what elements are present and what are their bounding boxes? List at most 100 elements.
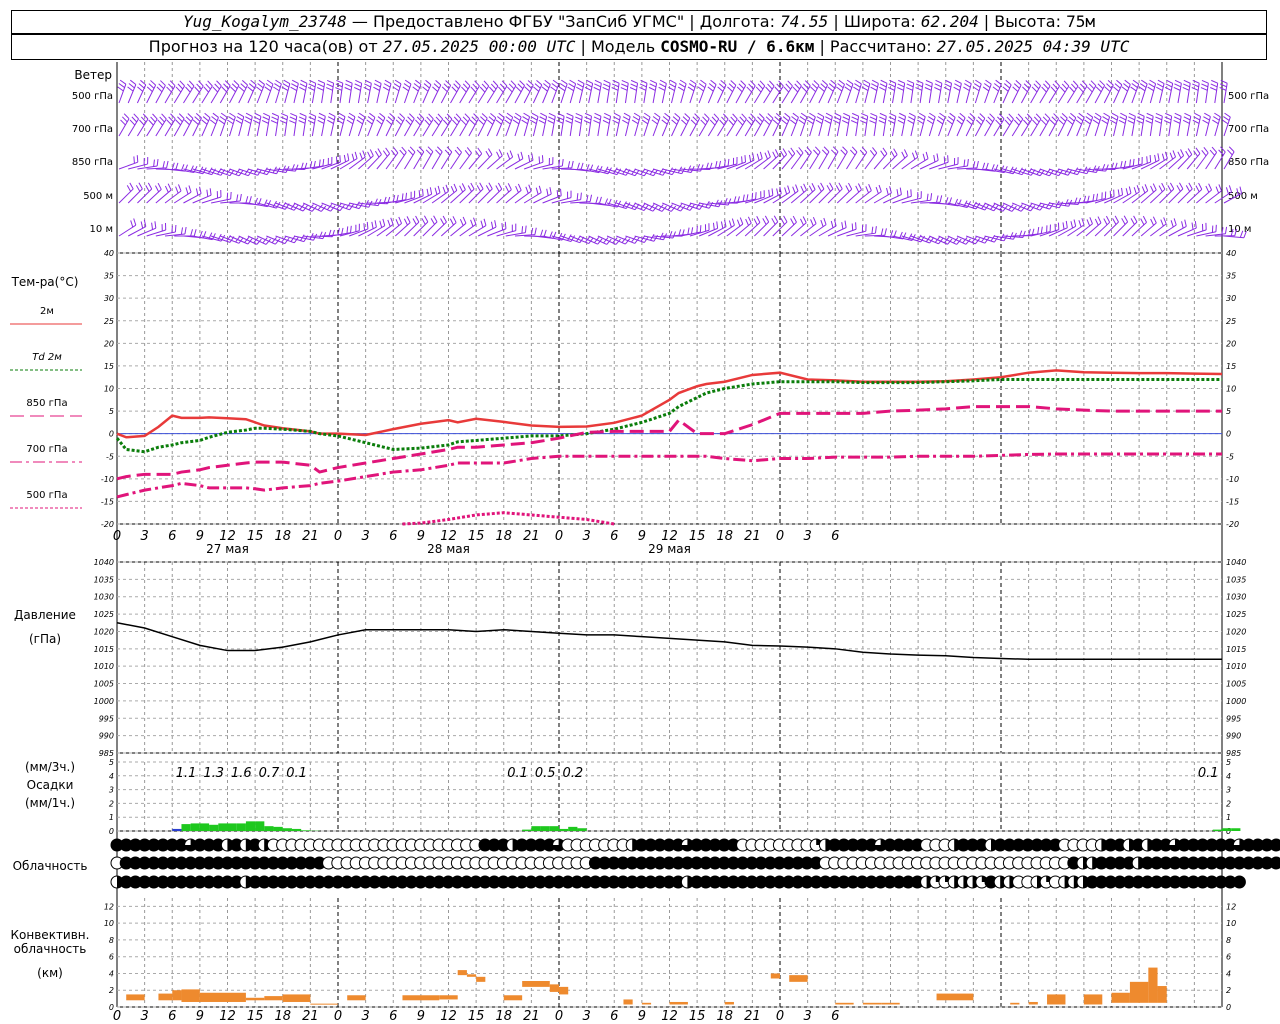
conv-xtick: 6 xyxy=(831,1009,839,1024)
wind-barb-flag xyxy=(1145,120,1153,124)
pres-ytick-right: 1035 xyxy=(1226,575,1246,584)
wind-barb-flag xyxy=(239,194,242,202)
wind-barb-staff xyxy=(735,118,747,137)
wind-barb xyxy=(855,146,868,170)
temp-ytick-left: 30 xyxy=(104,294,114,303)
wind-barb-flag xyxy=(531,153,534,161)
conv-cloud-bar xyxy=(1028,1001,1038,1005)
wind-barb-flag xyxy=(126,185,132,192)
wind-barb-flag xyxy=(947,155,949,163)
wind-barb-flag xyxy=(1077,197,1082,205)
wind-barb-flag xyxy=(1103,218,1108,226)
wind-barb-staff xyxy=(689,118,701,137)
wind-barb-flag xyxy=(476,185,481,192)
wind-barb-flag xyxy=(522,116,529,121)
wind-barb-flag xyxy=(1132,158,1135,166)
wind-barb xyxy=(307,112,317,137)
wind-barb-flag xyxy=(247,86,254,92)
wind-barb-flag xyxy=(843,112,850,117)
conv-ytick-left: 8 xyxy=(109,936,114,945)
wind-barb-flag xyxy=(136,155,139,163)
conv-cloud-bar xyxy=(549,984,559,992)
wind-barb-flag xyxy=(853,86,860,92)
wind-barb-flag xyxy=(1183,116,1191,121)
wind-barb-flag xyxy=(796,149,802,157)
wind-barb-flag xyxy=(1185,150,1190,158)
wind-barb-flag xyxy=(817,185,822,192)
wind-barb-flag xyxy=(898,116,906,121)
temp-xtick: 6 xyxy=(168,529,176,544)
wind-barb-staff xyxy=(450,152,462,170)
wind-barb-flag xyxy=(1041,86,1047,93)
wind-barb-flag xyxy=(1067,119,1074,125)
wind-barb-flag xyxy=(829,182,834,190)
pres-ytick-right: 1005 xyxy=(1226,680,1246,689)
wind-barb-flag xyxy=(227,119,234,125)
conv-cloud-bar xyxy=(641,1002,652,1005)
wind-barb-flag xyxy=(429,187,433,195)
wind-barb xyxy=(255,79,265,104)
wind-barb-flag xyxy=(835,86,843,92)
wind-barb xyxy=(431,146,443,170)
wind-barb-flag xyxy=(466,147,472,154)
wind-barb-flag xyxy=(783,86,790,93)
wind-barb-flag xyxy=(291,164,295,171)
wind-barb-flag xyxy=(201,119,208,125)
wind-barb-flag xyxy=(317,79,325,84)
wind-barb-staff xyxy=(183,118,194,137)
wind-barb-staff xyxy=(413,84,422,104)
wind-barb xyxy=(1020,80,1032,104)
wind-barb-flag xyxy=(382,218,386,226)
wind-barb-flag xyxy=(1003,83,1011,89)
temp-xtick: 15 xyxy=(468,529,485,544)
wind-barb-flag xyxy=(521,226,524,234)
wind-barb-staff xyxy=(440,190,458,204)
conv-xtick: 9 xyxy=(417,1009,425,1024)
wind-barb-flag xyxy=(373,86,380,91)
precip-bar xyxy=(577,828,587,831)
wind-barb xyxy=(1101,112,1111,137)
wind-barb-flag xyxy=(879,112,887,117)
precip-bar xyxy=(255,821,265,831)
wind-barb-flag xyxy=(282,83,290,88)
pres-ytick-right: 1030 xyxy=(1226,593,1246,602)
temp-xtick: 18 xyxy=(716,529,733,544)
conv-xtick: 0 xyxy=(113,1009,121,1024)
wind-barb-flag xyxy=(1044,80,1051,87)
wind-barb-flag xyxy=(816,116,824,121)
conv-cloud-bar xyxy=(466,974,477,977)
prec-ytick-right: 5 xyxy=(1226,758,1231,767)
wind-barb-flag xyxy=(868,183,872,191)
wind-barb-flag xyxy=(1161,182,1166,190)
wind-barb-flag xyxy=(674,112,681,119)
wind-barb xyxy=(915,79,924,104)
wind-barb-staff xyxy=(1076,223,1093,237)
wind-barb-flag xyxy=(643,112,651,118)
wind-level-label: 10 м xyxy=(90,224,113,235)
wind-barb-flag xyxy=(661,119,668,125)
wind-barb-flag xyxy=(133,218,137,226)
wind-barb-flag xyxy=(774,149,779,156)
precip-sum-label: 0.1 xyxy=(286,766,307,781)
wind-barb-flag xyxy=(1130,218,1135,225)
pres-ytick-right: 1015 xyxy=(1226,645,1246,654)
wind-barb xyxy=(344,79,353,104)
wind-barb-flag xyxy=(354,151,358,159)
wind-barb-flag xyxy=(195,113,202,119)
wind-barb-flag xyxy=(1213,116,1220,121)
wind-barb-flag xyxy=(1013,83,1020,89)
wind-barb xyxy=(505,80,517,104)
wind-barb-flag xyxy=(602,119,610,124)
wind-barb-flag xyxy=(209,119,217,125)
wind-barb-flag xyxy=(872,147,878,154)
wind-barb-flag xyxy=(402,86,409,92)
wind-barb-flag xyxy=(821,149,828,156)
wind-barb-flag xyxy=(750,113,756,120)
wind-barb-flag xyxy=(527,80,534,86)
pres-ytick-right: 1000 xyxy=(1226,697,1246,706)
wind-barb xyxy=(1002,113,1014,137)
wind-barb-flag xyxy=(129,182,134,190)
wind-barb-flag xyxy=(1157,153,1160,161)
temp-xtick: 6 xyxy=(610,529,618,544)
wind-barb-flag xyxy=(745,218,749,226)
